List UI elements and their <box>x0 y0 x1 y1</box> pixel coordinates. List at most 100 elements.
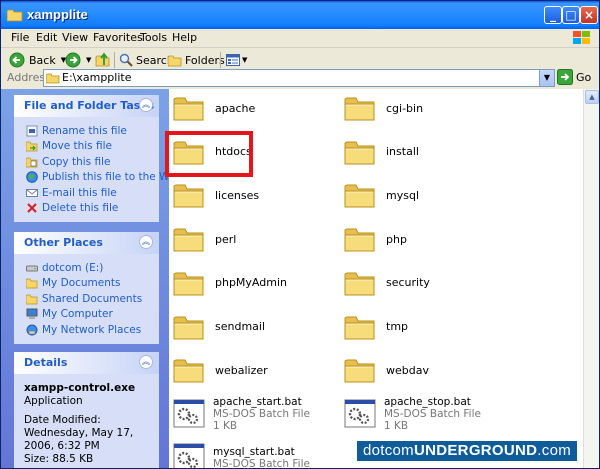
views-button[interactable]: ▼ <box>226 51 247 69</box>
maximize-button[interactable]: □ <box>562 6 580 24</box>
place-label: My Computer <box>42 308 113 321</box>
search-icon <box>119 53 133 67</box>
file-size: 1 KB <box>213 419 238 432</box>
task-copy-file[interactable]: Copy this file <box>14 154 159 170</box>
back-label: Back <box>29 53 56 67</box>
task-label: Delete this file <box>42 202 119 215</box>
task-rename-file[interactable]: Rename this file <box>14 123 159 139</box>
file-name: mysql_start.bat <box>213 445 295 458</box>
folder-item-sendmail[interactable]: sendmail <box>173 308 343 346</box>
globe-icon <box>26 171 38 184</box>
search-button[interactable]: Search <box>119 51 174 69</box>
menu-bar: File Edit View Favorites Tools Help <box>1 29 599 48</box>
go-label: Go <box>576 70 592 84</box>
details-file-type: Application <box>24 395 83 407</box>
toolbar-separator <box>114 52 115 68</box>
place-my-network[interactable]: My Network Places <box>14 322 159 338</box>
computer-icon <box>26 308 38 320</box>
place-dotcom-drive[interactable]: dotcom (E:) <box>14 260 159 276</box>
task-label: Publish this file to the Web <box>42 171 169 184</box>
folder-label: phpMyAdmin <box>215 276 287 290</box>
email-icon <box>26 188 38 197</box>
folder-item-cgi-bin[interactable]: cgi-bin <box>344 89 514 127</box>
watermark-part-2: UNDERGROUND <box>413 442 538 459</box>
task-delete-file[interactable]: Delete this file <box>14 201 159 217</box>
details-header[interactable]: Details ︽ <box>14 352 159 374</box>
file-item[interactable]: apache_stop.bat MS-DOS Batch File 1 KB <box>344 395 514 433</box>
place-my-computer[interactable]: My Computer <box>14 307 159 323</box>
views-dropdown-icon: ▼ <box>242 56 248 64</box>
folder-item-webalizer[interactable]: webalizer <box>173 351 343 389</box>
details-size: Size: 88.5 KB <box>24 453 94 465</box>
menu-file[interactable]: File <box>11 31 29 44</box>
selection-highlight-box <box>165 131 253 177</box>
task-publish-web[interactable]: Publish this file to the Web <box>14 170 169 186</box>
folder-item-tmp[interactable]: tmp <box>344 308 514 346</box>
forward-arrow-icon <box>65 52 81 68</box>
folders-icon <box>168 55 182 66</box>
file-folder-tasks-header[interactable]: File and Folder Tasks ︽ <box>14 95 159 117</box>
vertical-scrollbar[interactable]: ▲ <box>583 89 599 468</box>
copy-icon <box>26 157 38 168</box>
up-folder-button[interactable] <box>95 51 111 69</box>
collapse-chevron-icon[interactable]: ︽ <box>139 235 153 249</box>
other-places-header[interactable]: Other Places ︽ <box>14 232 159 254</box>
watermark-banner: dotcomUNDERGROUND.com <box>356 440 578 462</box>
folder-item-php[interactable]: php <box>344 220 514 258</box>
menu-edit[interactable]: Edit <box>36 31 57 44</box>
folders-button[interactable]: Folders <box>168 51 225 69</box>
address-value: E:\xampplite <box>62 71 132 84</box>
folder-icon <box>344 272 375 296</box>
close-button[interactable]: × <box>580 6 598 24</box>
folder-icon <box>344 316 375 339</box>
folder-icon <box>46 73 60 84</box>
watermark-part-3: .com <box>537 442 572 459</box>
title-bar[interactable]: xampplite _ □ × <box>1 1 599 29</box>
collapse-chevron-icon[interactable]: ︽ <box>139 98 153 112</box>
folder-item-apache[interactable]: apache <box>173 89 343 127</box>
back-button[interactable]: Back ▼ <box>9 51 66 69</box>
place-my-documents[interactable]: My Documents <box>14 276 159 292</box>
task-move-file[interactable]: Move this file <box>14 139 159 155</box>
folder-item-webdav[interactable]: webdav <box>344 351 514 389</box>
forward-dropdown-icon[interactable]: ▼ <box>86 56 91 64</box>
drive-icon <box>26 265 38 272</box>
task-label: Copy this file <box>42 155 111 168</box>
scroll-up-arrow-icon[interactable]: ▲ <box>585 90 599 104</box>
menu-tools[interactable]: Tools <box>140 31 167 44</box>
address-input[interactable]: E:\xampplite ▼ <box>43 69 555 87</box>
windows-logo-icon <box>573 31 590 44</box>
folder-icon <box>344 141 375 165</box>
collapse-chevron-icon[interactable]: ︽ <box>139 355 153 369</box>
task-email-file[interactable]: E-mail this file <box>14 185 159 201</box>
menu-help[interactable]: Help <box>172 31 197 44</box>
folder-item-phpmyadmin[interactable]: phpMyAdmin <box>173 264 343 302</box>
file-item[interactable]: mysql_start.bat MS-DOS Batch File <box>173 439 343 468</box>
address-dropdown-icon[interactable]: ▼ <box>539 70 554 86</box>
folder-icon <box>173 359 204 383</box>
folder-item-perl[interactable]: perl <box>173 220 343 258</box>
folder-item-licenses[interactable]: licenses <box>173 176 343 214</box>
folder-item-security[interactable]: security <box>344 264 514 302</box>
folder-item-mysql[interactable]: mysql <box>344 176 514 214</box>
menu-favorites[interactable]: Favorites <box>93 31 143 44</box>
place-label: My Network Places <box>42 323 142 336</box>
place-shared-documents[interactable]: Shared Documents <box>14 291 159 307</box>
rename-icon <box>26 125 38 137</box>
forward-button[interactable]: ▼ <box>65 51 91 69</box>
minimize-button[interactable]: _ <box>544 6 562 24</box>
folder-label: webdav <box>386 363 429 377</box>
window-title: xampplite <box>27 7 88 22</box>
details-title: Details <box>24 356 68 369</box>
go-button[interactable]: Go <box>557 69 591 85</box>
details-date-modified: Date Modified: Wednesday, May 17, 2006, … <box>24 414 134 452</box>
place-label: dotcom (E:) <box>42 261 104 274</box>
task-label: E-mail this file <box>42 186 117 199</box>
folders-label: Folders <box>185 53 225 67</box>
folder-label: apache <box>215 101 256 115</box>
details-box: Details ︽ xampp-control.exe Application … <box>14 352 159 468</box>
folder-item-install[interactable]: install <box>344 133 514 171</box>
folder-label: perl <box>215 232 237 246</box>
file-item[interactable]: apache_start.bat MS-DOS Batch File 1 KB <box>173 395 343 433</box>
menu-view[interactable]: View <box>62 31 88 44</box>
